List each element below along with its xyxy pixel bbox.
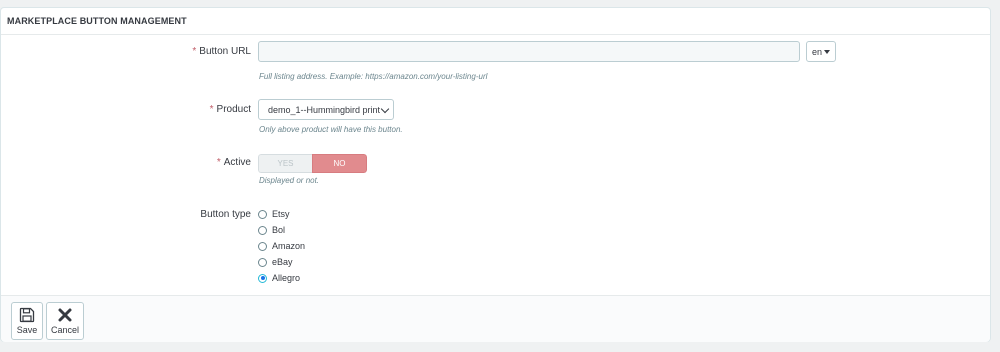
radio-label: Amazon xyxy=(272,241,306,251)
radio-button[interactable] xyxy=(258,257,267,267)
radio-button[interactable] xyxy=(258,225,267,235)
close-icon xyxy=(58,308,72,322)
floppy-disk-icon xyxy=(19,307,35,323)
product-label-text: Product xyxy=(216,104,251,115)
panel-heading: MARKETPLACE BUTTON MANAGEMENT xyxy=(1,8,990,35)
cancel-button[interactable]: Cancel xyxy=(46,302,84,340)
button-url-help: Full listing address. Example: https://a… xyxy=(259,72,488,81)
caret-down-icon xyxy=(824,49,830,54)
button-url-input[interactable] xyxy=(258,41,800,62)
chevron-down-icon xyxy=(380,104,390,114)
active-label: * Active xyxy=(217,157,251,168)
button-url-label: * Button URL xyxy=(192,46,251,57)
active-no-option[interactable]: NO xyxy=(312,154,367,173)
panel-footer: Save Cancel xyxy=(1,295,990,342)
required-mark: * xyxy=(216,157,221,168)
active-label-text: Active xyxy=(223,157,251,168)
product-select[interactable]: demo_1--Hummingbird print xyxy=(258,99,394,120)
required-mark: * xyxy=(209,104,214,115)
radio-button[interactable] xyxy=(258,209,267,219)
marketplace-button-panel: MARKETPLACE BUTTON MANAGEMENT * Button UR… xyxy=(0,7,991,342)
radio-label: Allegro xyxy=(272,273,301,283)
product-help: Only above product will have this button… xyxy=(259,125,403,134)
language-dropdown-button[interactable]: en xyxy=(806,41,836,62)
radio-label: Etsy xyxy=(272,209,290,219)
active-help: Displayed or not. xyxy=(259,176,320,185)
save-button-label: Save xyxy=(16,325,38,335)
active-switch[interactable]: YES NO xyxy=(258,154,367,173)
radio-etsy[interactable]: Etsy xyxy=(258,209,290,219)
button-type-label: Button type xyxy=(200,209,251,220)
language-code: en xyxy=(811,46,822,57)
radio-button[interactable] xyxy=(258,241,267,251)
radio-button-selected[interactable] xyxy=(258,273,267,283)
radio-ebay[interactable]: eBay xyxy=(258,257,293,267)
radio-allegro[interactable]: Allegro xyxy=(258,273,300,283)
cancel-button-label: Cancel xyxy=(50,325,79,335)
product-selected-value: demo_1--Hummingbird print xyxy=(268,104,381,115)
active-yes-option[interactable]: YES xyxy=(258,154,312,173)
radio-amazon[interactable]: Amazon xyxy=(258,241,305,251)
radio-bol[interactable]: Bol xyxy=(258,225,285,235)
product-label: * Product xyxy=(210,104,251,115)
button-url-label-text: Button URL xyxy=(199,46,251,57)
save-button[interactable]: Save xyxy=(11,302,43,340)
radio-label: Bol xyxy=(272,225,286,235)
required-mark: * xyxy=(192,46,197,57)
radio-label: eBay xyxy=(272,257,293,267)
